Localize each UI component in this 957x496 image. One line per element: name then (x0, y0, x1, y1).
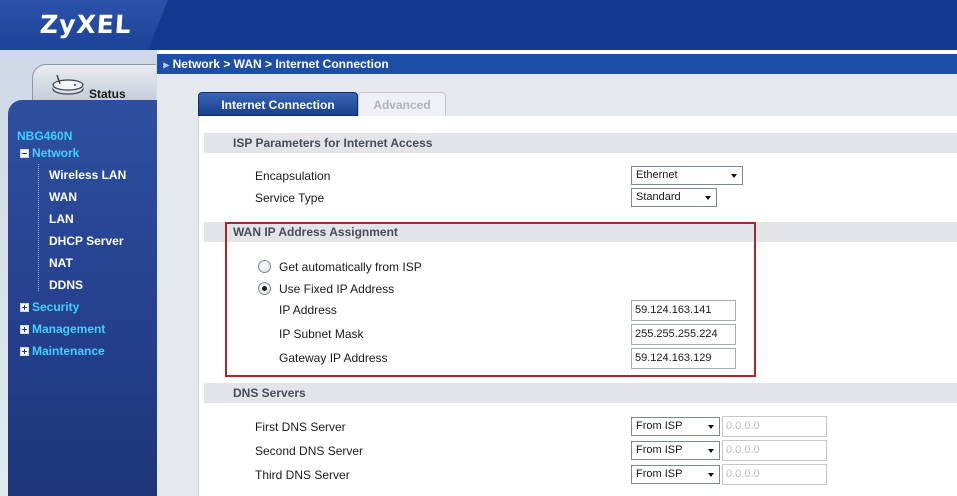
encapsulation-label: Encapsulation (255, 169, 331, 183)
dropdown-arrow-icon (731, 174, 737, 178)
device-name: NBG460N (17, 129, 73, 143)
wan-ip-section-header: WAN IP Address Assignment (204, 222, 957, 242)
isp-section-header: ISP Parameters for Internet Access (204, 133, 957, 153)
third-dns-mode-select[interactable]: From ISP (631, 465, 720, 484)
service-type-select[interactable]: Standard (631, 188, 717, 207)
nav-wan[interactable]: WAN (49, 190, 77, 204)
tab-internet-connection[interactable]: Internet Connection (198, 92, 358, 116)
tree-line (38, 164, 39, 291)
collapse-icon[interactable] (20, 149, 29, 158)
gateway-input[interactable]: 59.124.163.129 (631, 348, 736, 369)
breadcrumb: ⪢ Network > WAN > Internet Connection (163, 57, 389, 71)
expand-icon[interactable] (20, 325, 29, 334)
dropdown-arrow-icon (708, 473, 714, 477)
nav-ddns[interactable]: DDNS (49, 278, 83, 292)
subnet-mask-input[interactable]: 255.255.255.224 (631, 324, 736, 345)
expand-icon[interactable] (20, 347, 29, 356)
nav-lan[interactable]: LAN (49, 212, 74, 226)
router-icon (52, 74, 84, 95)
expand-icon[interactable] (20, 303, 29, 312)
ip-address-label: IP Address (279, 303, 337, 317)
nav-network[interactable]: Network (20, 146, 79, 160)
fixed-ip-radio[interactable] (258, 282, 271, 295)
first-dns-mode-select[interactable]: From ISP (631, 417, 720, 436)
auto-ip-radio[interactable] (258, 260, 271, 273)
second-dns-mode-select[interactable]: From ISP (631, 441, 720, 460)
dropdown-arrow-icon (708, 449, 714, 453)
tab-advanced[interactable]: Advanced (358, 92, 446, 116)
fixed-ip-label: Use Fixed IP Address (279, 282, 395, 296)
zyxel-logo: ZyXEL (38, 10, 133, 39)
second-dns-label: Second DNS Server (255, 444, 364, 458)
dropdown-arrow-icon (705, 196, 711, 200)
dns-section-header: DNS Servers (204, 383, 957, 403)
status-label: Status (89, 87, 126, 101)
service-type-label: Service Type (255, 191, 325, 205)
nav-management[interactable]: Management (20, 322, 105, 336)
dropdown-arrow-icon (708, 425, 714, 429)
second-dns-input[interactable]: 0.0.0.0 (722, 440, 827, 461)
first-dns-input[interactable]: 0.0.0.0 (722, 416, 827, 437)
ip-address-input[interactable]: 59.124.163.141 (631, 300, 736, 321)
nav-dhcp-server[interactable]: DHCP Server (49, 234, 123, 248)
subnet-mask-label: IP Subnet Mask (279, 327, 364, 341)
gateway-label: Gateway IP Address (279, 351, 388, 365)
double-chevron-icon: ⪢ (163, 60, 169, 71)
auto-ip-label: Get automatically from ISP (279, 260, 422, 274)
third-dns-input[interactable]: 0.0.0.0 (722, 464, 827, 485)
encapsulation-select[interactable]: Ethernet (631, 166, 743, 185)
first-dns-label: First DNS Server (255, 420, 346, 434)
third-dns-label: Third DNS Server (255, 468, 350, 482)
nav-security[interactable]: Security (20, 300, 79, 314)
nav-nat[interactable]: NAT (49, 256, 73, 270)
nav-maintenance[interactable]: Maintenance (20, 344, 105, 358)
nav-wireless-lan[interactable]: Wireless LAN (49, 168, 126, 182)
